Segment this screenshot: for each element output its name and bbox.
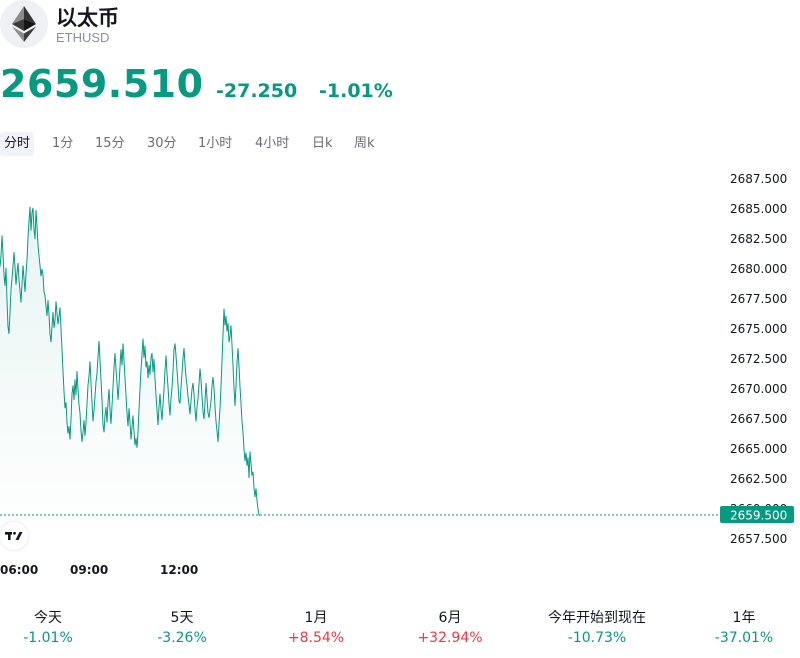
y-tick-label: 2687.500	[730, 172, 787, 186]
price-chart-svg[interactable]: 2687.500 2685.000 2682.500 2680.000 2677.500…	[0, 160, 800, 580]
y-tick-label: 2667.500	[730, 412, 787, 426]
period-today[interactable]: 今天 -1.01%	[0, 608, 113, 648]
period-1m[interactable]: 1月 +8.54%	[251, 608, 381, 648]
y-tick-label: 2670.000	[730, 382, 787, 396]
tradingview-logo[interactable]	[0, 522, 28, 550]
period-6m[interactable]: 6月 +32.94%	[385, 608, 515, 648]
period-ytd[interactable]: 今年开始到现在 -10.73%	[532, 608, 662, 648]
period-label: 6月	[438, 610, 462, 626]
period-label: 今年开始到现在	[548, 610, 646, 626]
x-tick-label: 06:00	[0, 563, 38, 577]
tab-1m[interactable]: 1分	[48, 132, 77, 156]
x-tick-label: 12:00	[160, 563, 198, 577]
period-value: -3.26%	[157, 630, 207, 646]
period-value: -37.01%	[714, 630, 774, 646]
price-change: -27.250	[216, 80, 298, 102]
period-value: -10.73%	[567, 630, 627, 646]
y-tick-label: 2675.000	[730, 322, 787, 336]
y-tick-label: 2672.500	[730, 352, 787, 366]
period-5d[interactable]: 5天 -3.26%	[117, 608, 247, 648]
tab-weekly[interactable]: 周k	[350, 132, 379, 156]
period-value: +8.54%	[287, 630, 345, 646]
tab-1h[interactable]: 1小时	[194, 132, 236, 156]
ethereum-icon	[12, 6, 36, 42]
asset-title: 以太币	[56, 6, 119, 30]
y-tick-label: 2665.000	[730, 442, 787, 456]
period-label: 1月	[304, 610, 328, 626]
tab-daily[interactable]: 日k	[308, 132, 337, 156]
y-tick-label: 2682.500	[730, 232, 787, 246]
period-value: +32.94%	[417, 630, 483, 646]
y-tick-label: 2685.000	[730, 202, 787, 216]
ethereum-logo	[0, 0, 48, 48]
price-change-percent: -1.01%	[319, 80, 393, 102]
tab-30m[interactable]: 30分	[143, 132, 181, 156]
asset-symbol: ETHUSD	[56, 30, 110, 45]
period-label: 1年	[732, 610, 756, 626]
y-tick-label: 2657.500	[730, 532, 787, 546]
x-tick-label: 09:00	[70, 563, 108, 577]
tab-4h[interactable]: 4小时	[251, 132, 293, 156]
interval-tabs: 分时 1分 15分 30分 1小时 4小时 日k 周k	[0, 132, 800, 156]
y-tick-label: 2677.500	[730, 292, 787, 306]
last-price: 2659.510	[0, 62, 204, 106]
quote-row: 2659.510 -27.250 -1.01%	[0, 62, 800, 112]
performance-periods: 今天 -1.01% 5天 -3.26% 1月 +8.54% 6月 +32.94%…	[0, 608, 800, 652]
price-chart[interactable]: 2687.500 2685.000 2682.500 2680.000 2677.500…	[0, 160, 800, 580]
period-label: 5天	[170, 610, 194, 626]
tab-intraday[interactable]: 分时	[0, 132, 35, 156]
period-label: 今天	[34, 610, 62, 626]
period-1y[interactable]: 1年 -37.01%	[679, 608, 800, 648]
symbol-header: 以太币 ETHUSD	[0, 0, 800, 50]
y-tick-label: 2680.000	[730, 262, 787, 276]
tab-15m[interactable]: 15分	[91, 132, 129, 156]
tradingview-icon	[5, 531, 23, 540]
last-price-badge-label: 2659.500	[730, 509, 787, 523]
y-tick-label: 2662.500	[730, 472, 787, 486]
period-value: -1.01%	[23, 630, 73, 646]
